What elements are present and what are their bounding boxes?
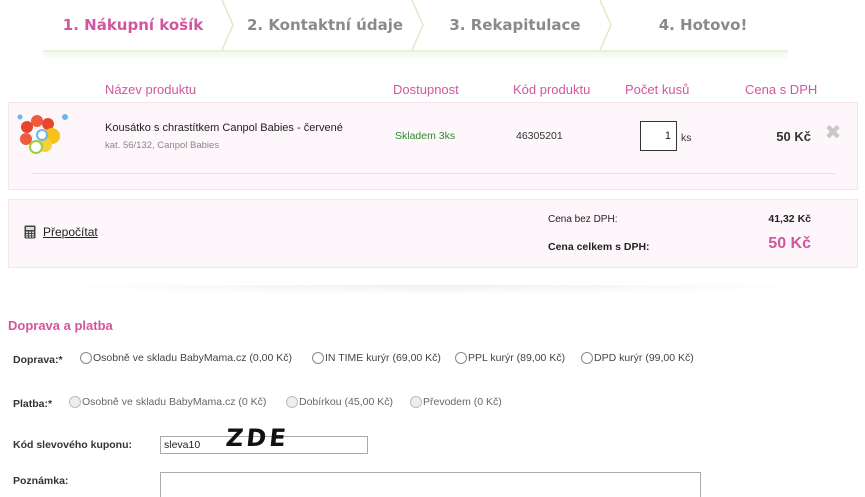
handwritten-annotation: ZDE xyxy=(224,424,291,452)
price-without-vat-value: 41,32 Kč xyxy=(768,213,811,225)
close-icon[interactable]: ✖ xyxy=(823,123,843,143)
col-header-name: Název produktu xyxy=(105,82,197,97)
payment-label: Platba:* xyxy=(13,398,53,410)
section-divider xyxy=(38,285,828,295)
radio-button[interactable] xyxy=(455,352,467,364)
price-without-vat-label: Cena bez DPH: xyxy=(548,214,618,225)
item-price: 50 Kč xyxy=(776,129,811,144)
shipping-option-personal[interactable]: Osobně ve skladu BabyMama.cz (0,00 Kč) xyxy=(80,352,292,364)
step-separator xyxy=(221,0,235,50)
payment-option-personal[interactable]: Osobně ve skladu BabyMama.cz (0 Kč) xyxy=(69,396,266,408)
checkout-steps: 1. Nákupní košík 2. Kontaktní údaje 3. R… xyxy=(43,0,788,60)
option-label: Převodem (0 Kč) xyxy=(423,396,502,408)
step-summary[interactable]: 3. Rekapitulace xyxy=(425,0,605,50)
total-label: Cena celkem s DPH: xyxy=(548,241,650,253)
col-header-quantity: Počet kusů xyxy=(625,82,690,97)
product-name[interactable]: Kousátko s chrastítkem Canpol Babies - č… xyxy=(105,122,343,134)
radio-button[interactable] xyxy=(410,396,422,408)
cart-summary: Přepočítat Cena bez DPH: 41,32 Kč Cena c… xyxy=(8,199,858,268)
note-label: Poznámka: xyxy=(13,475,69,487)
col-header-availability: Dostupnost xyxy=(393,82,459,97)
option-label: DPD kurýr (99,00 Kč) xyxy=(594,352,694,364)
step-done[interactable]: 4. Hotovo! xyxy=(613,0,793,50)
step-separator xyxy=(411,0,425,50)
quantity-unit: ks xyxy=(681,132,692,144)
option-label: IN TIME kurýr (69,00 Kč) xyxy=(325,352,441,364)
radio-button[interactable] xyxy=(286,396,298,408)
col-header-code: Kód produktu xyxy=(513,82,591,97)
recalculate-button[interactable]: Přepočítat xyxy=(24,225,98,239)
option-label: Osobně ve skladu BabyMama.cz (0 Kč) xyxy=(82,396,267,408)
calculator-icon xyxy=(24,225,36,239)
radio-button[interactable] xyxy=(69,396,81,408)
row-divider xyxy=(31,173,835,174)
total-value: 50 Kč xyxy=(768,235,811,252)
availability-status: Skladem 3ks xyxy=(395,130,456,142)
option-label: PPL kurýr (89,00 Kč) xyxy=(468,352,566,364)
coupon-label: Kód slevového kuponu: xyxy=(13,439,133,451)
radio-button[interactable] xyxy=(312,352,324,364)
cart-item-row: Kousátko s chrastítkem Canpol Babies - č… xyxy=(8,102,858,190)
payment-option-transfer[interactable]: Převodem (0 Kč) xyxy=(410,396,502,408)
option-label: Osobně ve skladu BabyMama.cz (0,00 Kč) xyxy=(93,352,293,364)
shipping-label: Doprava:* xyxy=(13,354,63,366)
step-cart[interactable]: 1. Nákupní košík xyxy=(43,0,223,50)
quantity-input[interactable]: 1 xyxy=(640,121,677,151)
payment-option-cod[interactable]: Dobírkou (45,00 Kč) xyxy=(286,396,393,408)
shipping-option-intime[interactable]: IN TIME kurýr (69,00 Kč) xyxy=(312,352,441,364)
product-thumbnail[interactable] xyxy=(15,111,69,157)
radio-button[interactable] xyxy=(80,352,92,364)
product-code: 46305201 xyxy=(516,130,563,142)
product-meta: kat. 56/132, Canpol Babies xyxy=(105,140,220,151)
recalculate-label: Přepočítat xyxy=(43,225,98,239)
step-contact[interactable]: 2. Kontaktní údaje xyxy=(235,0,415,50)
radio-button[interactable] xyxy=(581,352,593,364)
shipping-option-ppl[interactable]: PPL kurýr (89,00 Kč) xyxy=(455,352,565,364)
shipping-option-dpd[interactable]: DPD kurýr (99,00 Kč) xyxy=(581,352,694,364)
note-textarea[interactable] xyxy=(160,472,701,497)
section-title: Doprava a platba xyxy=(8,318,113,333)
option-label: Dobírkou (45,00 Kč) xyxy=(299,396,393,408)
col-header-price: Cena s DPH xyxy=(745,82,818,97)
step-separator xyxy=(599,0,613,50)
